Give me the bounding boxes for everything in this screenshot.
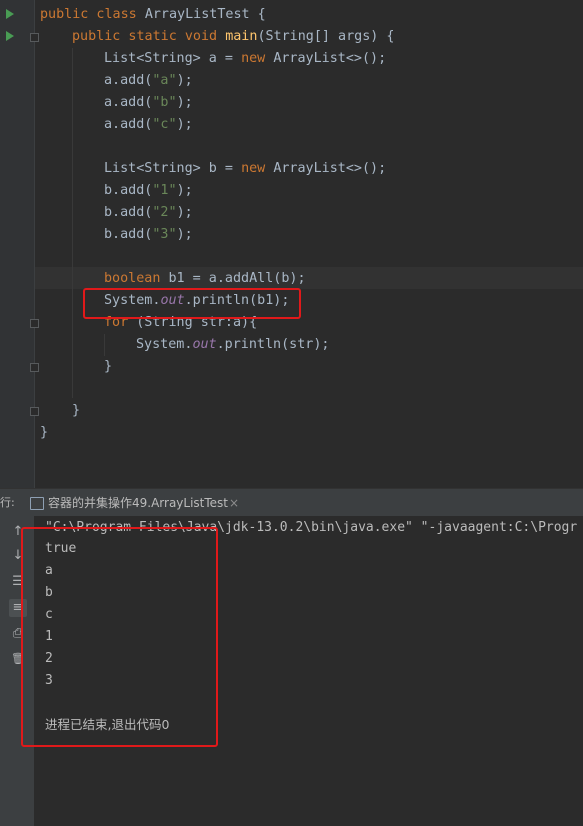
code-text: ); [176, 205, 193, 220]
code-text: b.add( [104, 183, 153, 198]
code-text: List<String> a = [104, 51, 242, 66]
code-text: { [249, 7, 266, 22]
code-line[interactable]: a.add("c"); [104, 114, 193, 136]
code-line[interactable]: List<String> a = new ArrayList<>(); [104, 48, 386, 70]
keyword: new [241, 161, 274, 176]
string-literal: "3" [152, 227, 177, 242]
code-line[interactable]: public class ArrayListTest { [40, 4, 266, 26]
code-text: a.add( [104, 117, 153, 132]
code-editor[interactable]: public class ArrayListTest { public stat… [0, 0, 583, 488]
code-line[interactable]: b.add("1"); [104, 180, 193, 202]
code-line[interactable]: } [40, 422, 48, 444]
string-literal: "a" [152, 73, 177, 88]
code-line[interactable]: a.add("a"); [104, 70, 193, 92]
code-line[interactable]: } [72, 400, 80, 422]
fold-marker-icon[interactable] [30, 319, 39, 328]
code-line[interactable]: List<String> b = new ArrayList<>(); [104, 158, 386, 180]
code-text: ArrayList<>(); [273, 161, 387, 176]
code-text: a.add( [104, 95, 153, 110]
fold-marker-icon[interactable] [30, 33, 39, 42]
fold-marker-icon[interactable] [30, 363, 39, 372]
code-text: (String[] args) { [257, 29, 395, 44]
code-text: ); [176, 117, 193, 132]
annotation-highlight-box [83, 288, 301, 319]
editor-gutter [0, 0, 34, 488]
indent-guide [72, 48, 73, 398]
code-text: System. [136, 337, 193, 352]
indent-guide [104, 334, 105, 356]
code-text: ); [176, 73, 193, 88]
code-text: a.add( [104, 73, 153, 88]
keyword: new [241, 51, 274, 66]
code-text: ArrayList<>(); [273, 51, 387, 66]
code-line[interactable]: boolean b1 = a.addAll(b); [104, 268, 306, 290]
string-literal: "1" [152, 183, 177, 198]
console-tab-icon [30, 497, 44, 510]
tab-close-icon[interactable]: × [229, 489, 239, 517]
code-text: .println(str); [216, 337, 330, 352]
string-literal: "b" [152, 95, 177, 110]
code-text: ); [176, 95, 193, 110]
code-line[interactable]: public static void main(String[] args) { [72, 26, 395, 48]
keyword: public class [40, 7, 145, 22]
code-text: ); [176, 183, 193, 198]
code-line[interactable]: b.add("3"); [104, 224, 193, 246]
run-tab-title[interactable]: 容器的并集操作49.ArrayListTest [48, 489, 228, 517]
code-line[interactable]: } [104, 356, 112, 378]
code-text: ); [176, 227, 193, 242]
code-text: b.add( [104, 227, 153, 242]
run-main-icon[interactable] [6, 31, 14, 41]
code-text: b1 = a.addAll(b); [168, 271, 306, 286]
string-literal: "c" [152, 117, 177, 132]
code-text: b.add( [104, 205, 153, 220]
code-line[interactable]: System.out.println(str); [136, 334, 330, 356]
string-literal: "2" [152, 205, 177, 220]
static-field: out [192, 337, 217, 352]
run-class-icon[interactable] [6, 9, 14, 19]
code-line[interactable]: b.add("2"); [104, 202, 193, 224]
fold-marker-icon[interactable] [30, 407, 39, 416]
run-panel-label: 行: [0, 496, 15, 509]
run-panel-header: 行: 容器的并集操作49.ArrayListTest × [0, 488, 583, 517]
code-text: List<String> b = [104, 161, 242, 176]
class-name: ArrayListTest [144, 7, 250, 22]
keyword: boolean [104, 271, 169, 286]
keyword: public static void [72, 29, 226, 44]
code-line[interactable]: a.add("b"); [104, 92, 193, 114]
method-name: main [225, 29, 258, 44]
annotation-highlight-box [21, 527, 218, 747]
